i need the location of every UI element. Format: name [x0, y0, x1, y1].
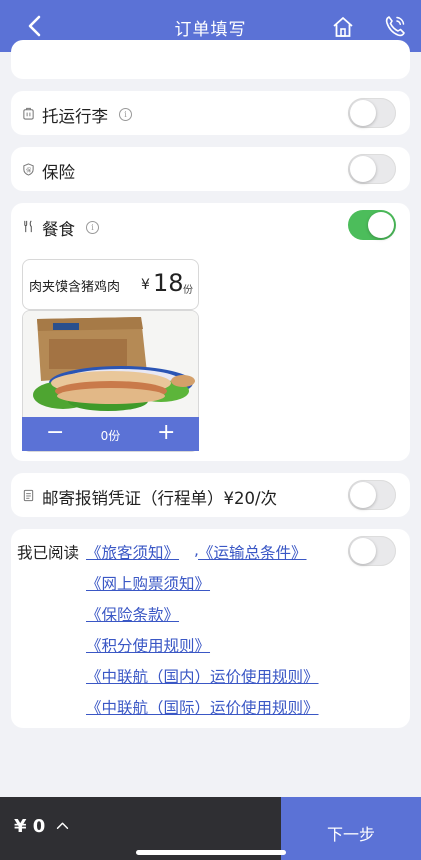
link-passenger-notice[interactable]: 《旅客须知》 [86, 541, 179, 563]
luggage-label: 托运行李 [42, 107, 108, 126]
mail-receipt-toggle[interactable] [348, 480, 396, 510]
info-icon[interactable]: i [119, 108, 132, 121]
meal-item-card[interactable]: 肉夹馍含猪鸡肉 ¥ 18 份 − 0份 + [22, 259, 199, 452]
meal-item-price: 18 [153, 269, 184, 297]
insurance-label: 保险 [42, 163, 75, 182]
link-insurance-terms[interactable]: 《保险条款》 [86, 603, 179, 625]
info-icon[interactable]: i [86, 221, 99, 234]
luggage-icon [23, 107, 34, 120]
agreement-prefix: 我已阅读 [17, 544, 80, 562]
next-step-button[interactable]: 下一步 [281, 797, 421, 860]
home-icon[interactable] [331, 15, 355, 39]
phone-icon[interactable] [383, 14, 407, 38]
quantity-stepper: − 0份 + [22, 417, 199, 451]
luggage-row: 托运行李 i [11, 91, 410, 135]
agreement-section: 我已阅读 《旅客须知》 , 《运输总条件》 《网上购票须知》 《保险条款》 《积… [11, 529, 410, 728]
next-step-label: 下一步 [326, 825, 375, 844]
shield-icon: 保 [23, 163, 34, 176]
chevron-up-icon[interactable] [56, 821, 69, 830]
mail-receipt-label: 邮寄报销凭证（行程单）¥20/次 [42, 489, 278, 508]
insurance-toggle[interactable] [348, 154, 396, 184]
meal-toggle[interactable] [348, 210, 396, 240]
increase-button[interactable]: + [157, 421, 175, 445]
insurance-row: 保 保险 [11, 147, 410, 191]
link-online-ticket-notice[interactable]: 《网上购票须知》 [86, 572, 210, 594]
meal-item-name: 肉夹馍含猪鸡肉 [29, 280, 121, 295]
home-indicator [136, 850, 286, 855]
svg-text:保: 保 [26, 167, 31, 174]
luggage-toggle[interactable] [348, 98, 396, 128]
link-international-fare-rules[interactable]: 《中联航（国际）运价使用规则》 [86, 696, 319, 718]
link-transport-terms[interactable]: 《运输总条件》 [198, 541, 307, 563]
link-points-rules[interactable]: 《积分使用规则》 [86, 634, 210, 656]
meal-item-unit: 份 [183, 285, 193, 296]
meal-item-header: 肉夹馍含猪鸡肉 ¥ 18 份 [22, 259, 199, 310]
mail-receipt-row: 邮寄报销凭证（行程单）¥20/次 [11, 473, 410, 517]
meal-label: 餐食 [42, 220, 75, 239]
total-price: ¥ 0 [14, 816, 46, 837]
meal-item-currency: ¥ [141, 277, 150, 293]
previous-section-card [11, 40, 410, 79]
page-title: 订单填写 [174, 20, 247, 40]
receipt-icon [23, 489, 34, 502]
link-domestic-fare-rules[interactable]: 《中联航（国内）运价使用规则》 [86, 665, 319, 687]
utensils-icon [24, 220, 32, 233]
agreement-toggle[interactable] [348, 536, 396, 566]
